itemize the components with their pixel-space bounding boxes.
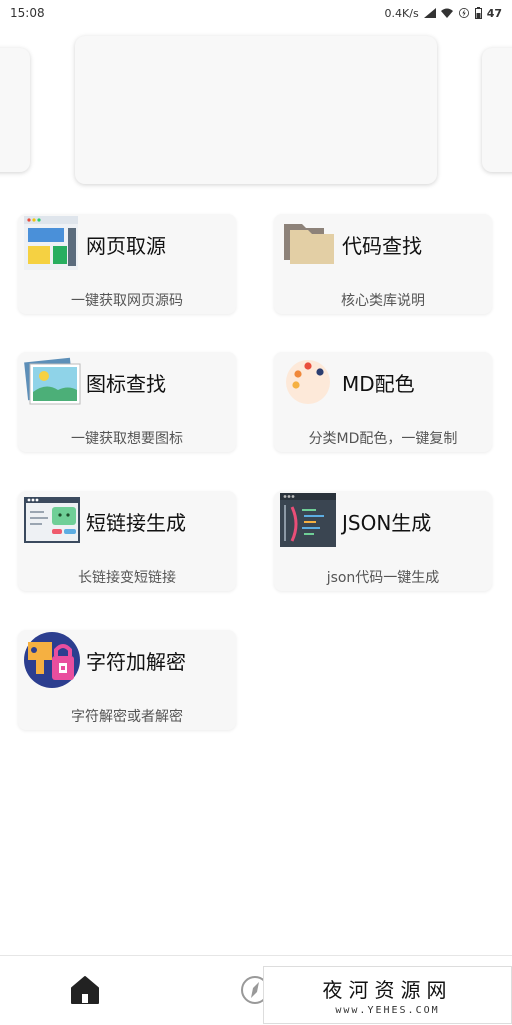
watermark: 夜河资源网 www.YEHES.COM xyxy=(263,966,512,1024)
card-short-link[interactable]: 短链接生成 长链接变短链接 xyxy=(18,491,236,591)
webpage-icon xyxy=(24,216,78,270)
folder-icon xyxy=(284,224,334,264)
card-title: JSON生成 xyxy=(342,511,432,535)
carousel-current-slide[interactable] xyxy=(75,36,437,184)
card-subtitle: 一键获取网页源码 xyxy=(71,293,183,309)
card-subtitle: 字符解密或者解密 xyxy=(71,709,183,725)
card-subtitle: 长链接变短链接 xyxy=(78,570,176,586)
watermark-title: 夜河资源网 xyxy=(322,978,453,1002)
card-title: 字符加解密 xyxy=(86,650,186,674)
card-code-search[interactable]: 代码查找 核心类库说明 xyxy=(274,214,492,314)
card-webpage-source[interactable]: 网页取源 一键获取网页源码 xyxy=(18,214,236,314)
carousel-next-slide[interactable] xyxy=(482,48,512,172)
card-md-color[interactable]: MD配色 分类MD配色，一键复制 xyxy=(274,352,492,452)
status-icons: 0.4K/s 47 xyxy=(385,7,502,20)
card-json-generator[interactable]: JSON生成 json代码一键生成 xyxy=(274,491,492,591)
lock-key-icon xyxy=(24,632,80,688)
image-icon xyxy=(24,357,81,405)
card-title: 图标查找 xyxy=(86,372,166,396)
short-link-icon xyxy=(24,497,80,543)
signal-icon xyxy=(423,8,436,18)
palette-icon xyxy=(286,360,330,404)
card-subtitle: json代码一键生成 xyxy=(326,570,440,586)
card-title: 代码查找 xyxy=(342,234,422,258)
watermark-url: www.YEHES.COM xyxy=(335,1005,440,1016)
wifi-icon xyxy=(440,8,453,18)
code-icon xyxy=(280,493,336,547)
net-speed: 0.4K/s xyxy=(384,6,419,20)
card-title: 网页取源 xyxy=(86,234,166,258)
battery-icon xyxy=(474,7,482,19)
card-title: 短链接生成 xyxy=(86,511,186,535)
status-bar: 15:08 0.4K/s 47 xyxy=(0,0,512,26)
card-subtitle: 分类MD配色，一键复制 xyxy=(308,431,458,447)
card-subtitle: 核心类库说明 xyxy=(341,293,425,309)
card-title: MD配色 xyxy=(342,372,415,396)
card-subtitle: 一键获取想要图标 xyxy=(71,431,183,447)
card-icon-search[interactable]: 图标查找 一键获取想要图标 xyxy=(18,352,236,452)
battery-level: 47 xyxy=(486,6,502,20)
carousel-prev-slide[interactable] xyxy=(0,48,30,172)
home-icon[interactable] xyxy=(67,972,103,1008)
card-char-encrypt[interactable]: 字符加解密 字符解密或者解密 xyxy=(18,630,236,730)
status-time: 15:08 xyxy=(10,6,45,20)
charging-icon xyxy=(458,8,469,18)
